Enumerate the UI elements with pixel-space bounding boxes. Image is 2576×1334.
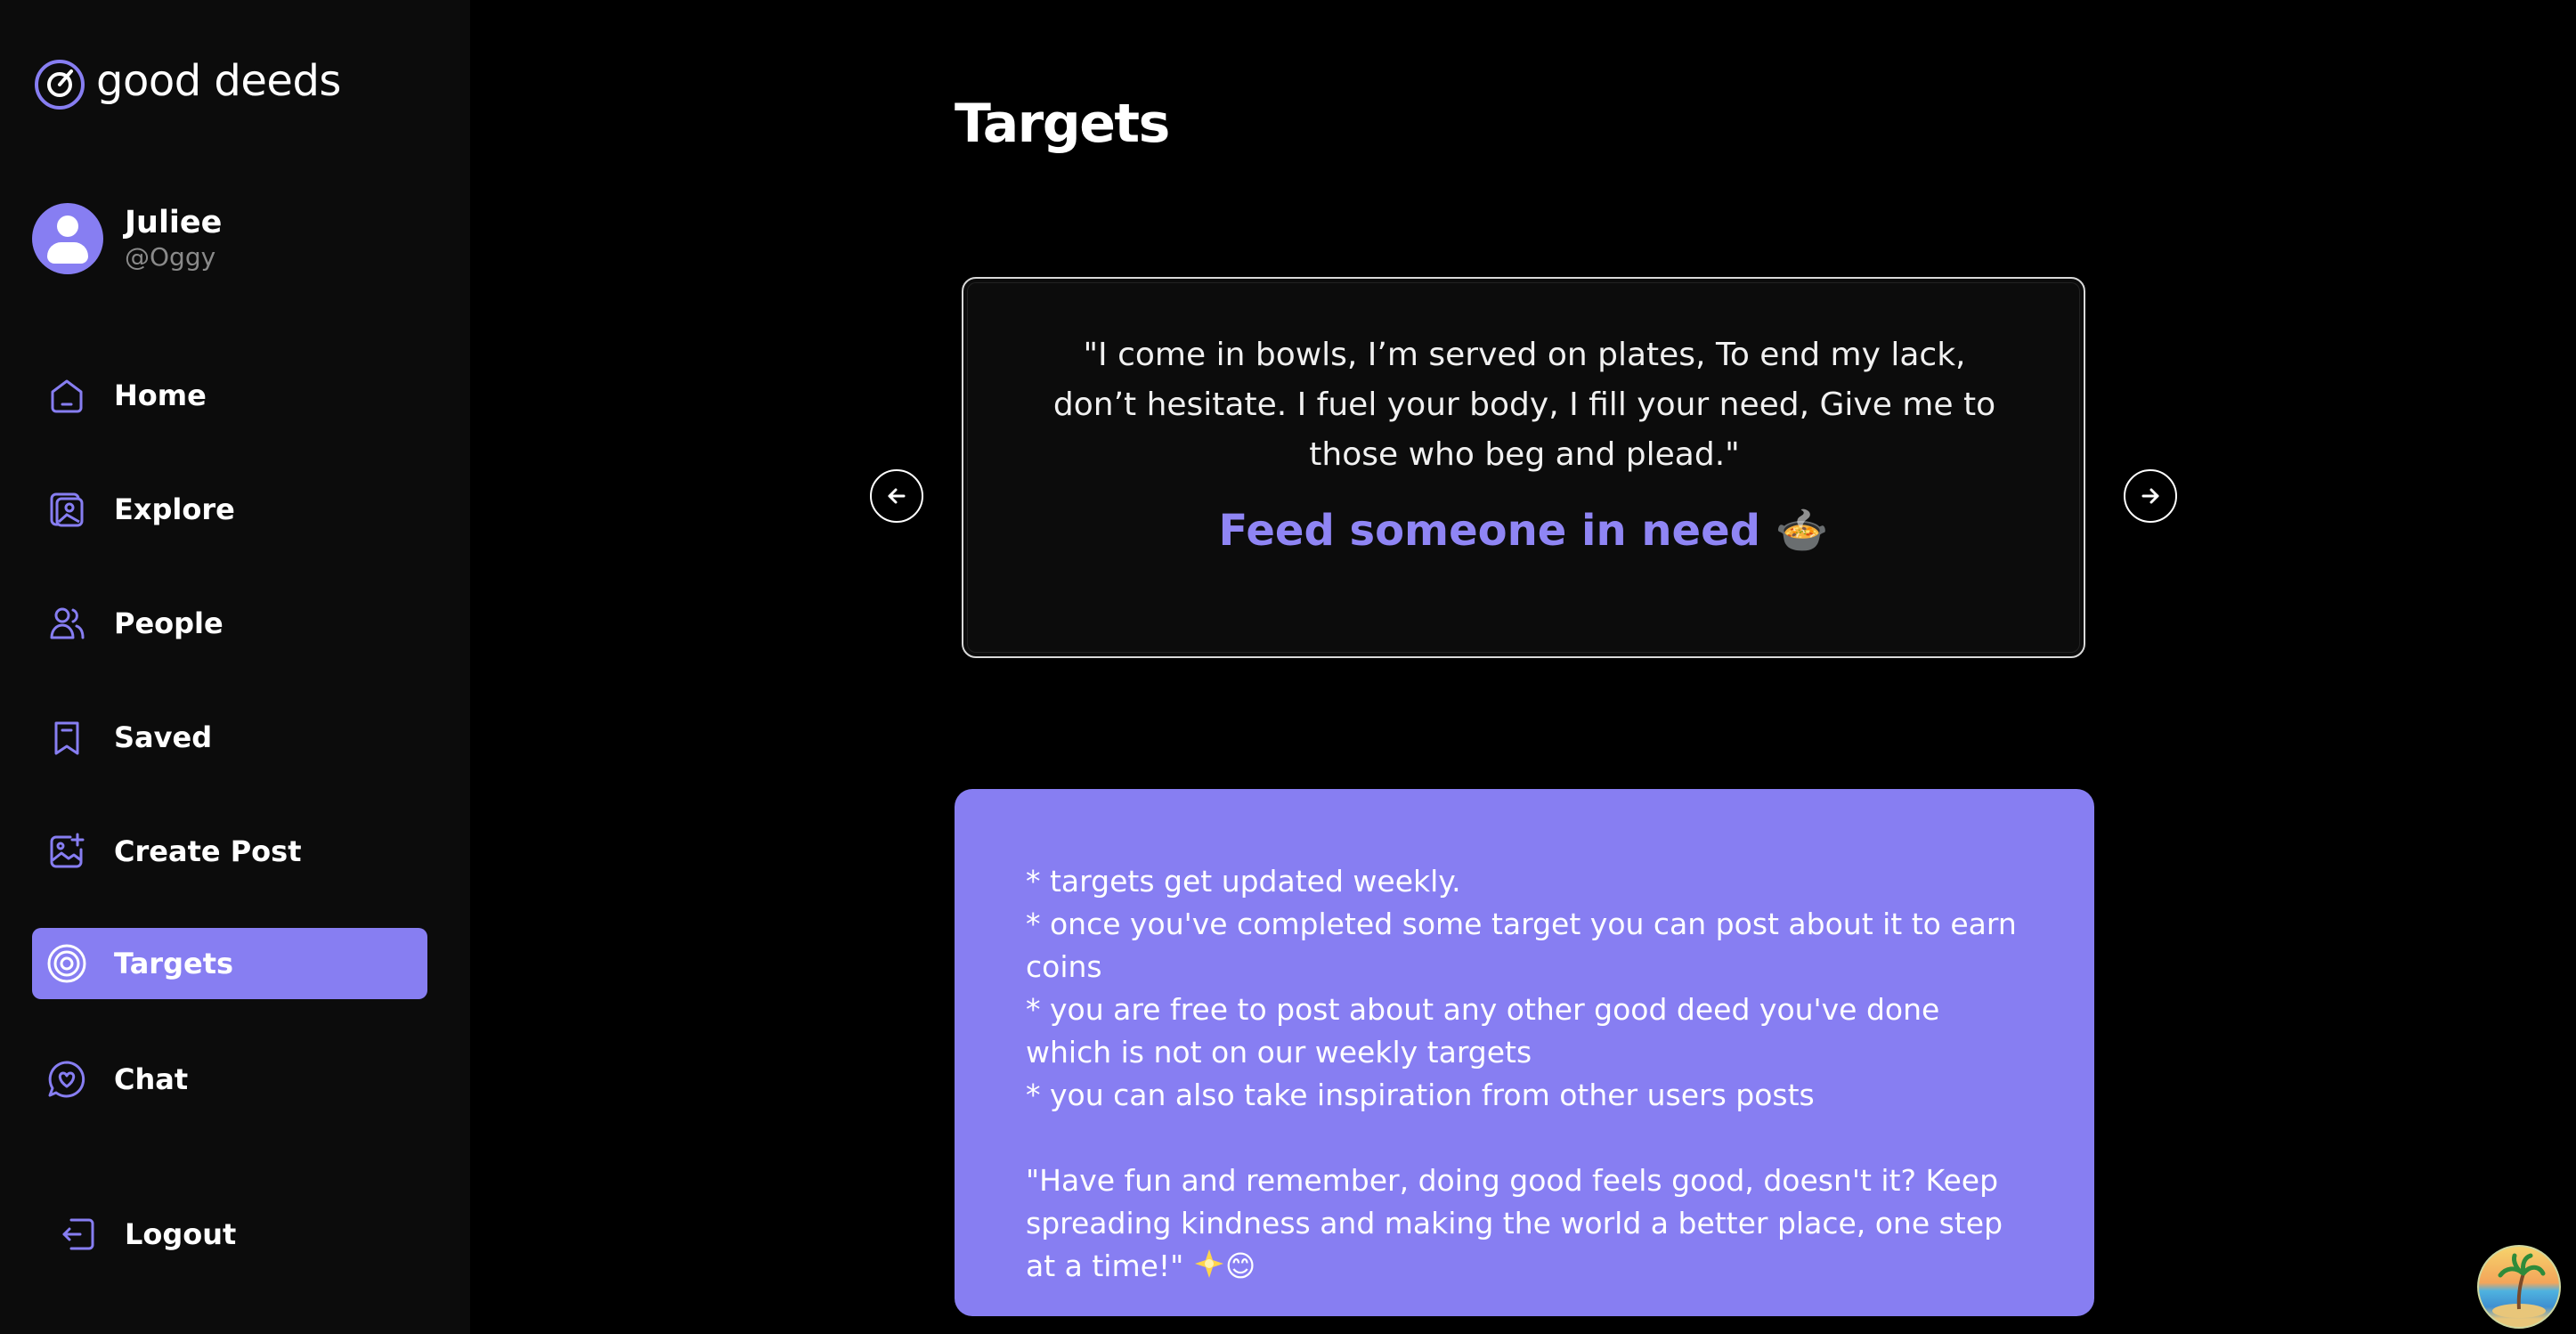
target-title: Feed someone in need 🍲 xyxy=(1218,506,1829,556)
people-icon xyxy=(45,601,89,646)
profile-handle: @Oggy xyxy=(125,242,216,272)
info-line: * targets get updated weekly. xyxy=(1026,864,1461,899)
info-quote: "Have fun and remember, doing good feels… xyxy=(1026,1159,2023,1288)
targets-info-card: * targets get updated weekly. * once you… xyxy=(955,789,2094,1316)
sidebar-item-create-post[interactable]: Create Post xyxy=(32,816,427,887)
brand-logo[interactable]: good deeds xyxy=(34,59,341,110)
sidebar: good deeds Juliee @Oggy Home Explore Peo… xyxy=(0,0,470,1334)
bookmark-icon xyxy=(45,715,89,760)
target-icon xyxy=(45,941,89,986)
carousel-next-button[interactable] xyxy=(2124,469,2177,523)
sidebar-item-label: Explore xyxy=(114,492,235,526)
carousel-prev-button[interactable] xyxy=(870,469,923,523)
smile-emoji: 😊 xyxy=(1224,1249,1256,1283)
sidebar-item-label: People xyxy=(114,606,223,640)
sidebar-item-label: Chat xyxy=(114,1062,189,1096)
profile-name: Juliee xyxy=(125,205,223,240)
info-line: * you are free to post about any other g… xyxy=(1026,992,1940,1070)
sidebar-item-label: Create Post xyxy=(114,834,302,868)
sidebar-item-chat[interactable]: Chat xyxy=(32,1044,427,1115)
add-image-icon xyxy=(45,829,89,874)
logout-icon xyxy=(62,1218,94,1250)
sidebar-item-people[interactable]: People xyxy=(32,588,427,659)
palm-island-icon xyxy=(2492,1253,2546,1318)
chat-heart-icon xyxy=(45,1057,89,1102)
target-logo-icon xyxy=(35,60,85,110)
home-icon xyxy=(45,373,89,418)
arrow-right-icon xyxy=(2141,488,2159,504)
sidebar-item-home[interactable]: Home xyxy=(32,360,427,431)
gallery-icon xyxy=(45,487,89,532)
brand-name: good deeds xyxy=(96,56,341,106)
sidebar-item-saved[interactable]: Saved xyxy=(32,702,427,773)
sidebar-item-label: Home xyxy=(114,378,207,412)
avatar xyxy=(32,203,103,274)
info-line: * once you've completed some target you … xyxy=(1026,907,2017,984)
info-line: * you can also take inspiration from oth… xyxy=(1026,1078,1815,1112)
logout-button[interactable]: Logout xyxy=(59,1215,236,1254)
floating-avatar-button[interactable] xyxy=(2477,1245,2561,1329)
sidebar-item-explore[interactable]: Explore xyxy=(32,474,427,545)
page-title: Targets xyxy=(955,93,1170,155)
sidebar-item-label: Saved xyxy=(114,720,213,754)
sidebar-item-label: Targets xyxy=(114,947,234,980)
info-quote-text: "Have fun and remember, doing good feels… xyxy=(1026,1163,2003,1283)
sparkle-star-icon xyxy=(1194,1249,1223,1278)
target-riddle: "I come in bowls, I’m served on plates, … xyxy=(1052,337,1996,473)
sidebar-item-targets[interactable]: Targets xyxy=(32,928,427,999)
arrow-left-icon xyxy=(888,488,906,504)
logout-label: Logout xyxy=(125,1217,237,1251)
user-profile[interactable]: Juliee @Oggy xyxy=(32,203,222,274)
target-card: "I come in bowls, I’m served on plates, … xyxy=(962,277,2085,658)
